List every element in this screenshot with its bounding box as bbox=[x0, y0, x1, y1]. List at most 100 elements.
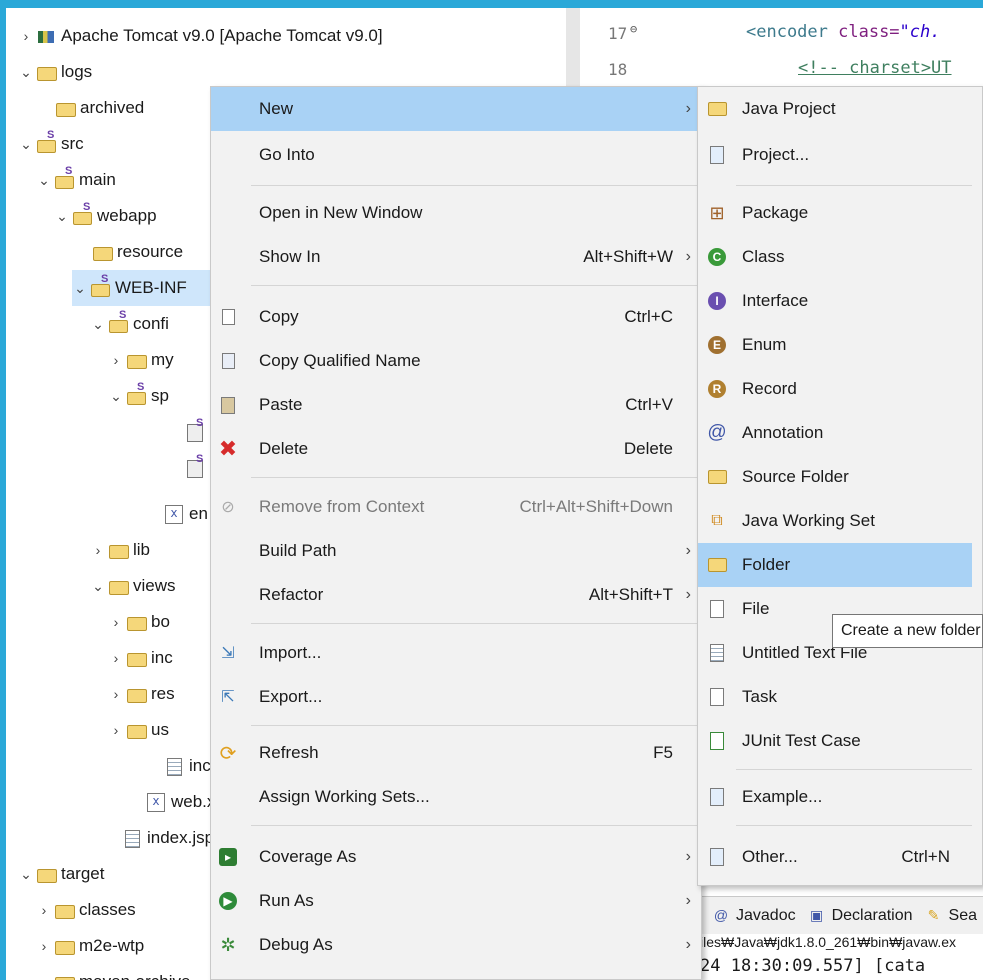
menu-item-delete[interactable]: ✖ Delete Delete bbox=[211, 427, 701, 471]
menu-item-run-as[interactable]: ▶ Run As › bbox=[211, 879, 701, 923]
menu-item-copy-qualified-name[interactable]: Copy Qualified Name bbox=[211, 339, 701, 383]
tree-item-views[interactable]: ⌄ views bbox=[90, 568, 176, 604]
tree-item-xml-1[interactable] bbox=[182, 414, 209, 450]
submenu-item-record[interactable]: R Record bbox=[698, 367, 972, 411]
collapse-arrow-icon[interactable]: ⌄ bbox=[108, 388, 124, 405]
folder-icon bbox=[126, 614, 147, 631]
tree-item-mybatis[interactable]: › my bbox=[108, 342, 174, 378]
tree-label: src bbox=[61, 134, 84, 153]
tree-item-spring[interactable]: ⌄ sp bbox=[108, 378, 169, 414]
expand-arrow-icon[interactable]: › bbox=[90, 542, 106, 558]
tree-item-webapp[interactable]: ⌄ webapp bbox=[54, 198, 157, 234]
submenu-item-folder[interactable]: Folder bbox=[698, 543, 972, 587]
menu-item-go-into[interactable]: Go Into bbox=[211, 133, 701, 177]
tab-declaration[interactable]: ▣ Declaration bbox=[808, 907, 913, 925]
collapse-arrow-icon[interactable]: ⌄ bbox=[90, 578, 106, 595]
submenu-item-enum[interactable]: E Enum bbox=[698, 323, 972, 367]
submenu-item-junit-test-case[interactable]: JUnit Test Case bbox=[698, 719, 972, 763]
tree-item-web-inf[interactable]: ⌄ WEB-INF bbox=[72, 270, 216, 306]
tree-item-user[interactable]: › us bbox=[108, 712, 169, 748]
tree-label: index.jsp bbox=[147, 828, 215, 847]
submenu-arrow-icon: › bbox=[685, 936, 691, 953]
tree-item-tomcat[interactable]: › Apache Tomcat v9.0 [Apache Tomcat v9.0] bbox=[18, 18, 383, 54]
collapse-arrow-icon[interactable]: ⌄ bbox=[18, 866, 34, 883]
menu-item-refactor[interactable]: Refactor Alt+Shift+T › bbox=[211, 573, 701, 617]
tree-label: inc bbox=[151, 648, 173, 667]
collapse-arrow-icon[interactable]: ⌄ bbox=[72, 280, 88, 297]
menu-item-new[interactable]: New › bbox=[211, 87, 701, 131]
tree-item-maven-archiver[interactable]: › maven-archive bbox=[36, 964, 191, 980]
source-folder-icon bbox=[72, 201, 93, 225]
submenu-item-project[interactable]: Project... bbox=[698, 133, 972, 177]
tooltip: Create a new folder bbox=[832, 614, 983, 648]
expand-arrow-icon[interactable]: › bbox=[108, 614, 124, 630]
expand-arrow-icon[interactable]: › bbox=[108, 650, 124, 666]
collapse-arrow-icon[interactable]: ⌄ bbox=[54, 208, 70, 225]
code-line-18[interactable]: <!-- charset>UT bbox=[798, 58, 952, 78]
submenu-item-task[interactable]: Task bbox=[698, 675, 972, 719]
tree-item-classes[interactable]: › classes bbox=[36, 892, 136, 928]
submenu-item-interface[interactable]: I Interface bbox=[698, 279, 972, 323]
tree-label: main bbox=[79, 170, 116, 189]
collapse-arrow-icon[interactable]: ⌄ bbox=[36, 172, 52, 189]
tree-label: Apache Tomcat v9.0 [Apache Tomcat v9.0] bbox=[61, 26, 383, 45]
submenu-item-java-working-set[interactable]: ⧉ Java Working Set bbox=[698, 499, 972, 543]
menu-item-assign-working-sets[interactable]: Assign Working Sets... bbox=[211, 775, 701, 819]
fold-toggle-icon[interactable]: ⊖ bbox=[630, 22, 637, 36]
annotation-icon: @ bbox=[707, 422, 727, 443]
menu-item-show-in[interactable]: Show In Alt+Shift+W › bbox=[211, 235, 701, 279]
expand-arrow-icon[interactable]: › bbox=[36, 974, 52, 980]
menu-item-refresh[interactable]: ⟳ Refresh F5 bbox=[211, 731, 701, 775]
expand-arrow-icon[interactable]: › bbox=[108, 722, 124, 738]
menu-item-open-new-window[interactable]: Open in New Window bbox=[211, 191, 701, 235]
submenu-item-package[interactable]: ⊞ Package bbox=[698, 191, 972, 235]
collapse-arrow-icon[interactable]: ⌄ bbox=[18, 64, 34, 81]
submenu-item-other[interactable]: Other... Ctrl+N bbox=[698, 835, 972, 879]
tree-item-main[interactable]: ⌄ main bbox=[36, 162, 116, 198]
submenu-item-java-project[interactable]: Java Project bbox=[698, 87, 972, 131]
collapse-arrow-icon[interactable]: ⌄ bbox=[18, 136, 34, 153]
submenu-item-example[interactable]: Example... bbox=[698, 775, 972, 819]
menu-item-paste[interactable]: Paste Ctrl+V bbox=[211, 383, 701, 427]
submenu-item-annotation[interactable]: @ Annotation bbox=[698, 411, 972, 455]
menu-item-debug-as[interactable]: ✲ Debug As › bbox=[211, 923, 701, 967]
expand-arrow-icon[interactable]: › bbox=[108, 352, 124, 368]
tree-item-m2e-wtp[interactable]: › m2e-wtp bbox=[36, 928, 144, 964]
expand-arrow-icon[interactable]: › bbox=[108, 686, 124, 702]
menu-item-build-path[interactable]: Build Path › bbox=[211, 529, 701, 573]
import-icon: ⇲ bbox=[221, 645, 235, 662]
tree-label: webapp bbox=[97, 206, 157, 225]
tree-item-include[interactable]: › inc bbox=[108, 640, 173, 676]
tree-item-archived[interactable]: archived bbox=[53, 90, 144, 126]
menu-item-coverage-as[interactable]: ▸ Coverage As › bbox=[211, 835, 701, 879]
tree-item-resources[interactable]: resource bbox=[90, 234, 183, 270]
expand-arrow-icon[interactable]: › bbox=[18, 28, 34, 44]
tree-item-res[interactable]: › res bbox=[108, 676, 175, 712]
expand-arrow-icon[interactable]: › bbox=[36, 938, 52, 954]
submenu-item-class[interactable]: C Class bbox=[698, 235, 972, 279]
tree-item-xml-2[interactable] bbox=[182, 450, 209, 486]
tree-item-index-jsp[interactable]: index.jsp bbox=[120, 820, 214, 856]
tree-item-web-xml[interactable]: web.x bbox=[144, 784, 215, 820]
tree-item-env[interactable]: en bbox=[162, 496, 208, 532]
tree-item-src[interactable]: ⌄ src bbox=[18, 126, 84, 162]
tree-item-lib[interactable]: › lib bbox=[90, 532, 150, 568]
menu-item-label: Import... bbox=[259, 643, 322, 662]
menu-item-remove-from-context[interactable]: ⊘ Remove from Context Ctrl+Alt+Shift+Down bbox=[211, 485, 701, 529]
collapse-arrow-icon[interactable]: ⌄ bbox=[90, 316, 106, 333]
folder-icon bbox=[55, 100, 76, 117]
menu-item-copy[interactable]: Copy Ctrl+C bbox=[211, 295, 701, 339]
tree-item-logs[interactable]: ⌄ logs bbox=[18, 54, 92, 90]
submenu-item-source-folder[interactable]: Source Folder bbox=[698, 455, 972, 499]
menu-item-shortcut: Alt+Shift+T bbox=[588, 585, 673, 604]
menu-item-import[interactable]: ⇲ Import... bbox=[211, 631, 701, 675]
tree-item-config[interactable]: ⌄ confi bbox=[90, 306, 169, 342]
tab-search[interactable]: ✎ Sea bbox=[925, 907, 977, 925]
expand-arrow-icon[interactable]: › bbox=[36, 902, 52, 918]
tree-item-board[interactable]: › bo bbox=[108, 604, 170, 640]
tree-item-inc-jsp[interactable]: inc bbox=[162, 748, 211, 784]
tab-javadoc[interactable]: @ Javadoc bbox=[712, 907, 796, 925]
code-line-17[interactable]: <encoder class="ch. bbox=[746, 22, 941, 42]
menu-item-export[interactable]: ⇱ Export... bbox=[211, 675, 701, 719]
tree-item-target[interactable]: ⌄ target bbox=[18, 856, 104, 892]
